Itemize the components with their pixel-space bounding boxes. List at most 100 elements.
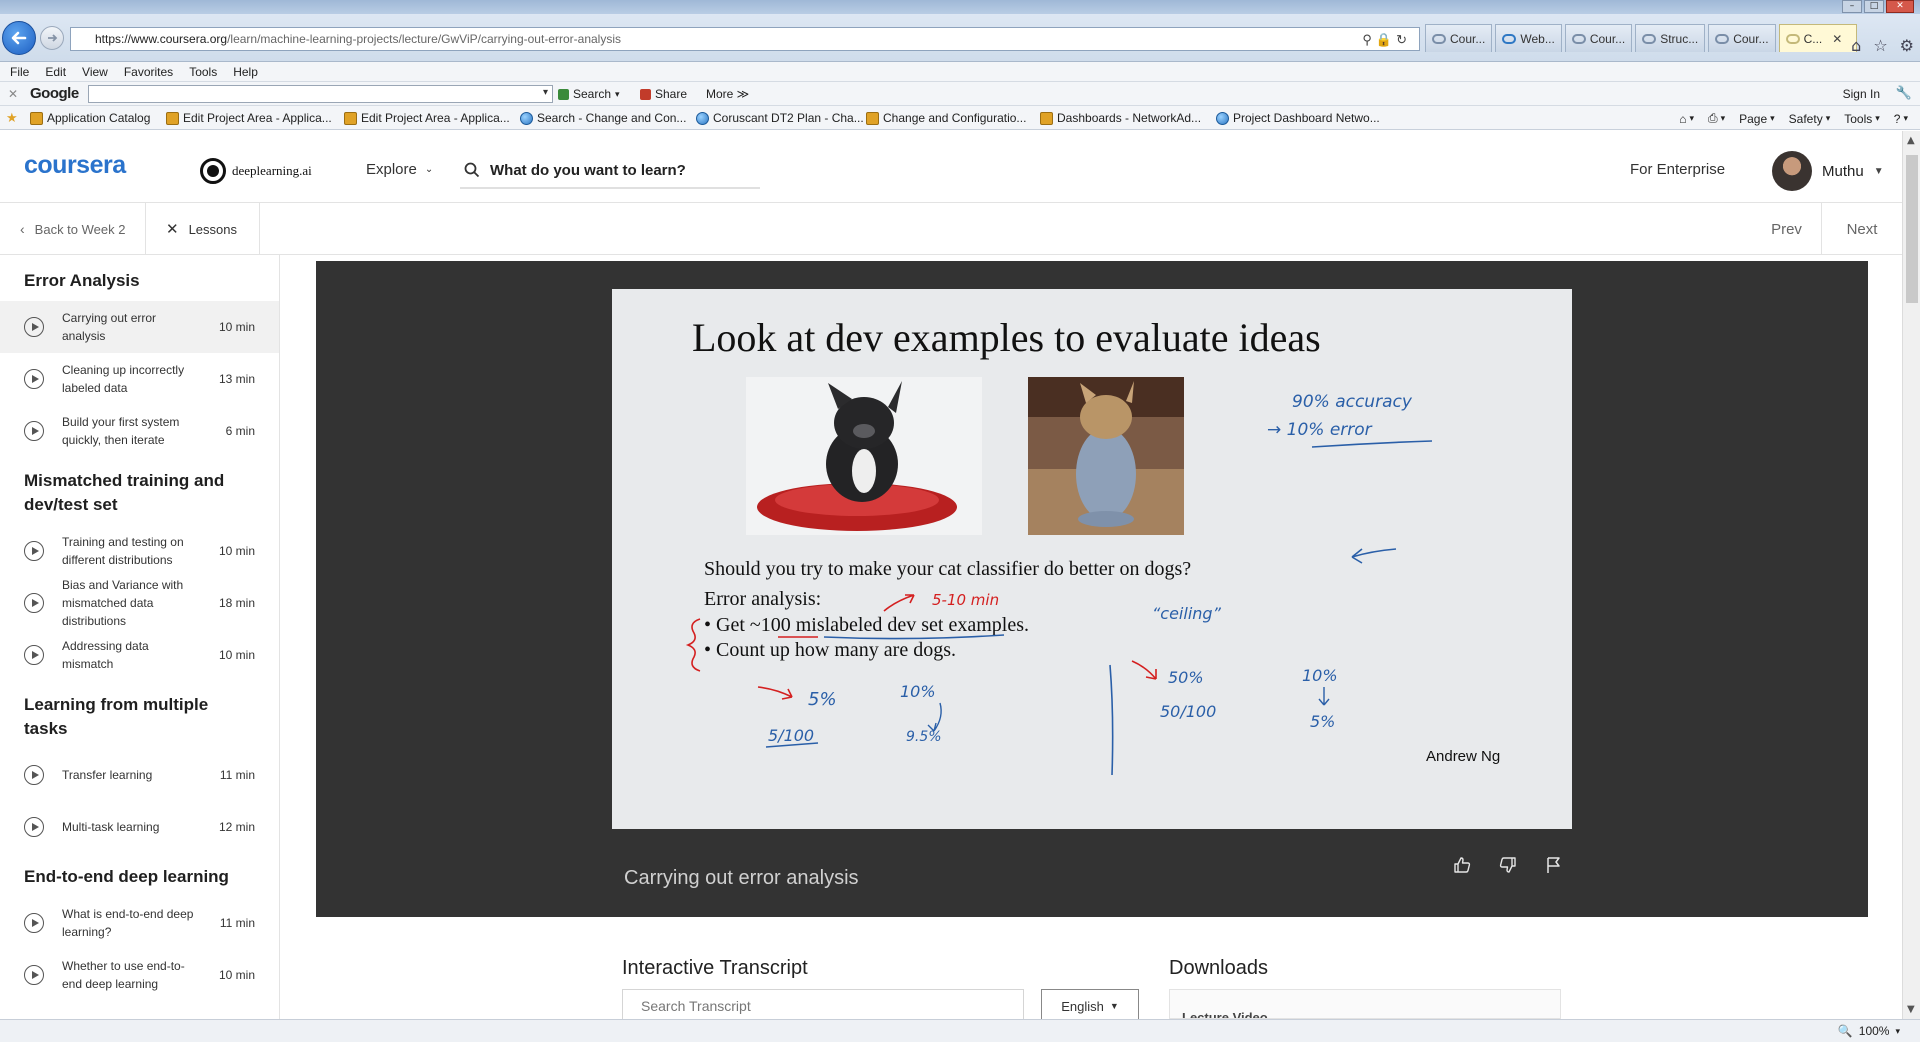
favorite-link[interactable]: Coruscant DT2 Plan - Cha...: [696, 111, 864, 125]
browser-tab[interactable]: Web...: [1495, 24, 1562, 52]
sidebar-lecture-item[interactable]: Whether to use end-to-end deep learning 1…: [0, 949, 279, 1001]
favorite-link[interactable]: Dashboards - NetworkAd...: [1040, 111, 1201, 125]
google-search-input[interactable]: [88, 85, 553, 103]
page-scrollbar[interactable]: ▲ ▼: [1902, 131, 1920, 1019]
sidebar-section: Learning from multiple tasks Transfer lea…: [0, 693, 279, 853]
sidebar-lecture-item[interactable]: Carrying out error analysis 10 min: [0, 301, 279, 353]
zoom-control[interactable]: 🔍 100% ▾: [1838, 1024, 1900, 1038]
favorite-link[interactable]: Change and Configuratio...: [866, 111, 1026, 125]
menu-edit[interactable]: Edit: [45, 65, 66, 79]
note-right-new: 5%: [1310, 712, 1335, 731]
sidebar-lecture-item[interactable]: Cleaning up incorrectly labeled data 13 m…: [0, 353, 279, 405]
tab-strip: Cour... Web... Cour... Struc... Cour... C... ✕: [1425, 24, 1857, 54]
safety-menu[interactable]: Safety ▾: [1789, 112, 1831, 126]
browser-tab[interactable]: Struc...: [1635, 24, 1706, 52]
partner-logo[interactable]: deeplearning.ai: [200, 158, 312, 184]
google-search-button[interactable]: Search ▾: [558, 87, 620, 101]
close-tab-icon[interactable]: ✕: [1832, 32, 1842, 46]
chevron-left-icon: ‹: [20, 221, 25, 237]
note-right-pct: 50%: [1168, 668, 1204, 687]
next-button[interactable]: Next: [1822, 203, 1902, 255]
video-title: Carrying out error analysis: [624, 867, 859, 889]
user-menu[interactable]: Muthu ▼: [1772, 151, 1884, 191]
back-to-week-button[interactable]: ‹ Back to Week 2: [0, 203, 146, 255]
scroll-up-arrow-icon[interactable]: ▲: [1907, 135, 1915, 146]
close-icon[interactable]: ✕: [8, 87, 18, 101]
tools-menu[interactable]: Tools ▾: [1844, 112, 1880, 126]
sidebar-lecture-item[interactable]: Addressing data mismatch 10 min: [0, 629, 279, 681]
menu-help[interactable]: Help: [233, 65, 258, 79]
sidebar-lecture-item[interactable]: Build your first system quickly, then it…: [0, 405, 279, 457]
slide-question: Should you try to make your cat classifi…: [704, 558, 1191, 580]
print-menu[interactable]: ⎙ ▾: [1708, 111, 1725, 126]
dislike-button[interactable]: [1494, 851, 1522, 879]
menu-file[interactable]: File: [10, 65, 29, 79]
lessons-toggle-button[interactable]: ✕ Lessons: [146, 203, 260, 255]
sidebar-lecture-item[interactable]: Transfer learning 11 min: [0, 749, 279, 801]
page-menu[interactable]: Page ▾: [1739, 112, 1775, 126]
coursera-logo[interactable]: coursera: [24, 151, 126, 180]
sidebar-lecture-item[interactable]: Bias and Variance with mismatched data d…: [0, 577, 279, 629]
play-circle-icon: [24, 317, 44, 337]
prev-button[interactable]: Prev: [1752, 203, 1822, 255]
favorite-link[interactable]: Project Dashboard Netwo...: [1216, 111, 1380, 125]
favorite-link[interactable]: Application Catalog: [30, 111, 150, 125]
sidebar-section: Mismatched training and dev/test set Trai…: [0, 469, 279, 681]
lock-icon[interactable]: 🔒: [1376, 32, 1396, 47]
google-more-button[interactable]: More ≫: [706, 87, 749, 101]
lecture-duration: 10 min: [218, 968, 255, 982]
sidebar-lecture-item[interactable]: What is end-to-end deep learning? 11 min: [0, 897, 279, 949]
menu-favorites[interactable]: Favorites: [124, 65, 173, 79]
browser-tab[interactable]: C... ✕: [1778, 24, 1857, 52]
explore-menu[interactable]: Explore ⌄: [366, 161, 433, 178]
tab-favicon-icon: [1785, 33, 1800, 44]
menu-view[interactable]: View: [82, 65, 108, 79]
google-signin-link[interactable]: Sign In: [1843, 87, 1880, 101]
tab-label: Struc...: [1660, 31, 1699, 46]
browser-tab[interactable]: Cour...: [1708, 24, 1776, 52]
for-enterprise-link[interactable]: For Enterprise: [1630, 161, 1725, 178]
search-icon[interactable]: ⚲: [1362, 32, 1376, 47]
download-item-label[interactable]: Lecture Video: [1182, 1010, 1268, 1018]
home-menu[interactable]: ⌂ ▾: [1679, 112, 1694, 126]
refresh-icon[interactable]: ↻: [1396, 32, 1411, 47]
google-share-button[interactable]: Share: [640, 87, 687, 101]
avatar: [1772, 151, 1812, 191]
menu-tools[interactable]: Tools: [189, 65, 217, 79]
browser-forward-button[interactable]: [40, 26, 64, 50]
favorite-link[interactable]: Search - Change and Con...: [520, 111, 686, 125]
wrench-icon[interactable]: 🔧: [1896, 85, 1912, 101]
maximize-button[interactable]: □: [1864, 0, 1884, 13]
favorite-link[interactable]: Edit Project Area - Applica...: [166, 111, 332, 125]
address-bar[interactable]: https://www.coursera.org/learn/machine-l…: [70, 27, 1420, 51]
transcript-search-input[interactable]: [622, 989, 1024, 1019]
settings-gear-icon[interactable]: ⚙: [1900, 36, 1914, 55]
note-arrow-dogs: [1351, 548, 1397, 564]
sidebar-lecture-item[interactable]: Training and testing on different distri…: [0, 525, 279, 577]
favorite-label: Search - Change and Con...: [537, 111, 687, 125]
page-icon: [866, 111, 879, 125]
browser-tab[interactable]: Cour...: [1425, 24, 1493, 52]
video-player[interactable]: Look at dev examples to evaluate ideas S…: [316, 261, 1868, 917]
home-icon[interactable]: ⌂: [1851, 36, 1861, 55]
sidebar-lecture-item[interactable]: Multi-task learning 12 min: [0, 801, 279, 853]
favorites-star-icon[interactable]: ☆: [1873, 36, 1887, 55]
favorite-label: Edit Project Area - Applica...: [361, 111, 510, 125]
report-flag-button[interactable]: [1540, 851, 1568, 879]
close-window-button[interactable]: ✕: [1886, 0, 1914, 13]
language-select[interactable]: English ▼: [1041, 989, 1139, 1019]
help-menu[interactable]: ? ▾: [1894, 112, 1908, 126]
favorite-link[interactable]: Edit Project Area - Applica...: [344, 111, 510, 125]
minimize-button[interactable]: –: [1842, 0, 1862, 13]
browser-back-button[interactable]: [2, 21, 36, 55]
favorites-star-icon[interactable]: ★: [6, 110, 18, 126]
browser-tab[interactable]: Cour...: [1564, 24, 1633, 52]
sidebar-section: Error Analysis Carrying out error analysi…: [0, 269, 279, 457]
play-circle-icon: [24, 765, 44, 785]
like-button[interactable]: [1448, 851, 1476, 879]
search-input[interactable]: [490, 161, 750, 179]
scrollbar-thumb[interactable]: [1906, 155, 1918, 303]
scroll-down-arrow-icon[interactable]: ▼: [1907, 1004, 1915, 1015]
google-search-icon: [558, 88, 569, 100]
lecture-title: Carrying out error analysis: [62, 311, 157, 343]
